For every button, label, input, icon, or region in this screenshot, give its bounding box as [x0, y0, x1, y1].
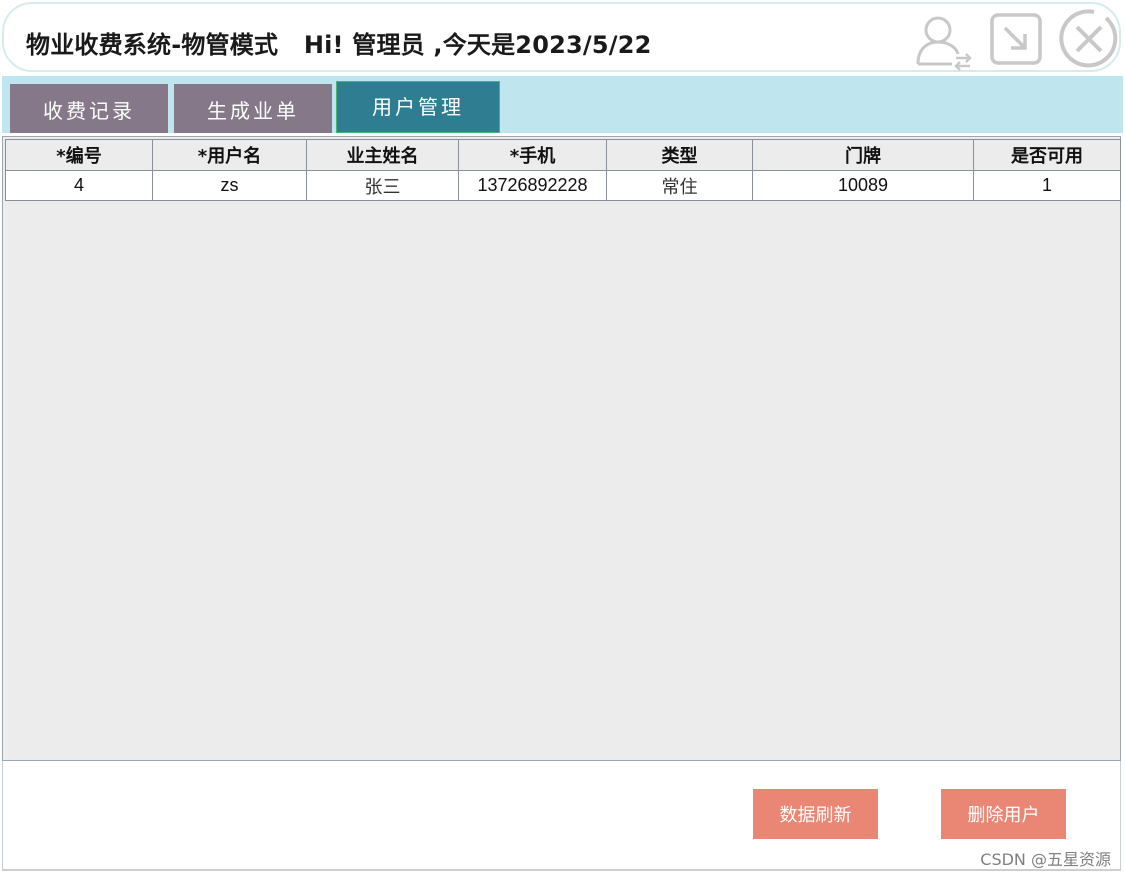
column-header-enabled[interactable]: 是否可用: [973, 139, 1121, 171]
cell-username[interactable]: zs: [152, 170, 307, 201]
tab-label: 收费记录: [43, 99, 135, 123]
close-icon[interactable]: [1056, 6, 1122, 72]
column-header-id[interactable]: *编号: [5, 139, 153, 171]
cell-door-number[interactable]: 10089: [752, 170, 974, 201]
title-bar: 物业收费系统-物管模式 Hi! 管理员 ,今天是2023/5/22: [2, 2, 1121, 72]
minimize-icon[interactable]: [987, 10, 1045, 68]
tab-user-management[interactable]: 用户管理: [336, 81, 500, 133]
page-title: 物业收费系统-物管模式 Hi! 管理员 ,今天是2023/5/22: [26, 31, 652, 59]
column-header-phone[interactable]: *手机: [458, 139, 607, 171]
watermark: CSDN @五星资源: [980, 850, 1111, 869]
column-header-username[interactable]: *用户名: [152, 139, 307, 171]
tab-label: 生成业单: [207, 99, 299, 123]
column-header-type[interactable]: 类型: [606, 139, 753, 171]
user-table: *编号 *用户名 业主姓名 *手机 类型 门牌 是否可用 4 zs 张三 137…: [5, 139, 1121, 201]
table-header-row: *编号 *用户名 业主姓名 *手机 类型 门牌 是否可用: [5, 139, 1121, 171]
table-row[interactable]: 4 zs 张三 13726892228 常住 10089 1: [5, 170, 1121, 201]
user-table-panel: *编号 *用户名 业主姓名 *手机 类型 门牌 是否可用 4 zs 张三 137…: [2, 136, 1121, 761]
tab-generate-bills[interactable]: 生成业单: [174, 84, 332, 133]
cell-phone[interactable]: 13726892228: [458, 170, 607, 201]
column-header-owner-name[interactable]: 业主姓名: [306, 139, 459, 171]
action-area: 数据刷新 删除用户: [2, 761, 1121, 871]
delete-user-button[interactable]: 删除用户: [941, 789, 1066, 839]
switch-user-icon[interactable]: [912, 10, 976, 72]
tab-fee-records[interactable]: 收费记录: [10, 84, 168, 133]
tab-bar: 收费记录 生成业单 用户管理: [2, 76, 1123, 133]
column-header-door-number[interactable]: 门牌: [752, 139, 974, 171]
cell-enabled[interactable]: 1: [973, 170, 1121, 201]
refresh-data-button[interactable]: 数据刷新: [753, 789, 878, 839]
cell-id[interactable]: 4: [5, 170, 153, 201]
cell-owner-name[interactable]: 张三: [306, 170, 459, 201]
tab-label: 用户管理: [372, 95, 464, 119]
cell-type[interactable]: 常住: [606, 170, 753, 201]
